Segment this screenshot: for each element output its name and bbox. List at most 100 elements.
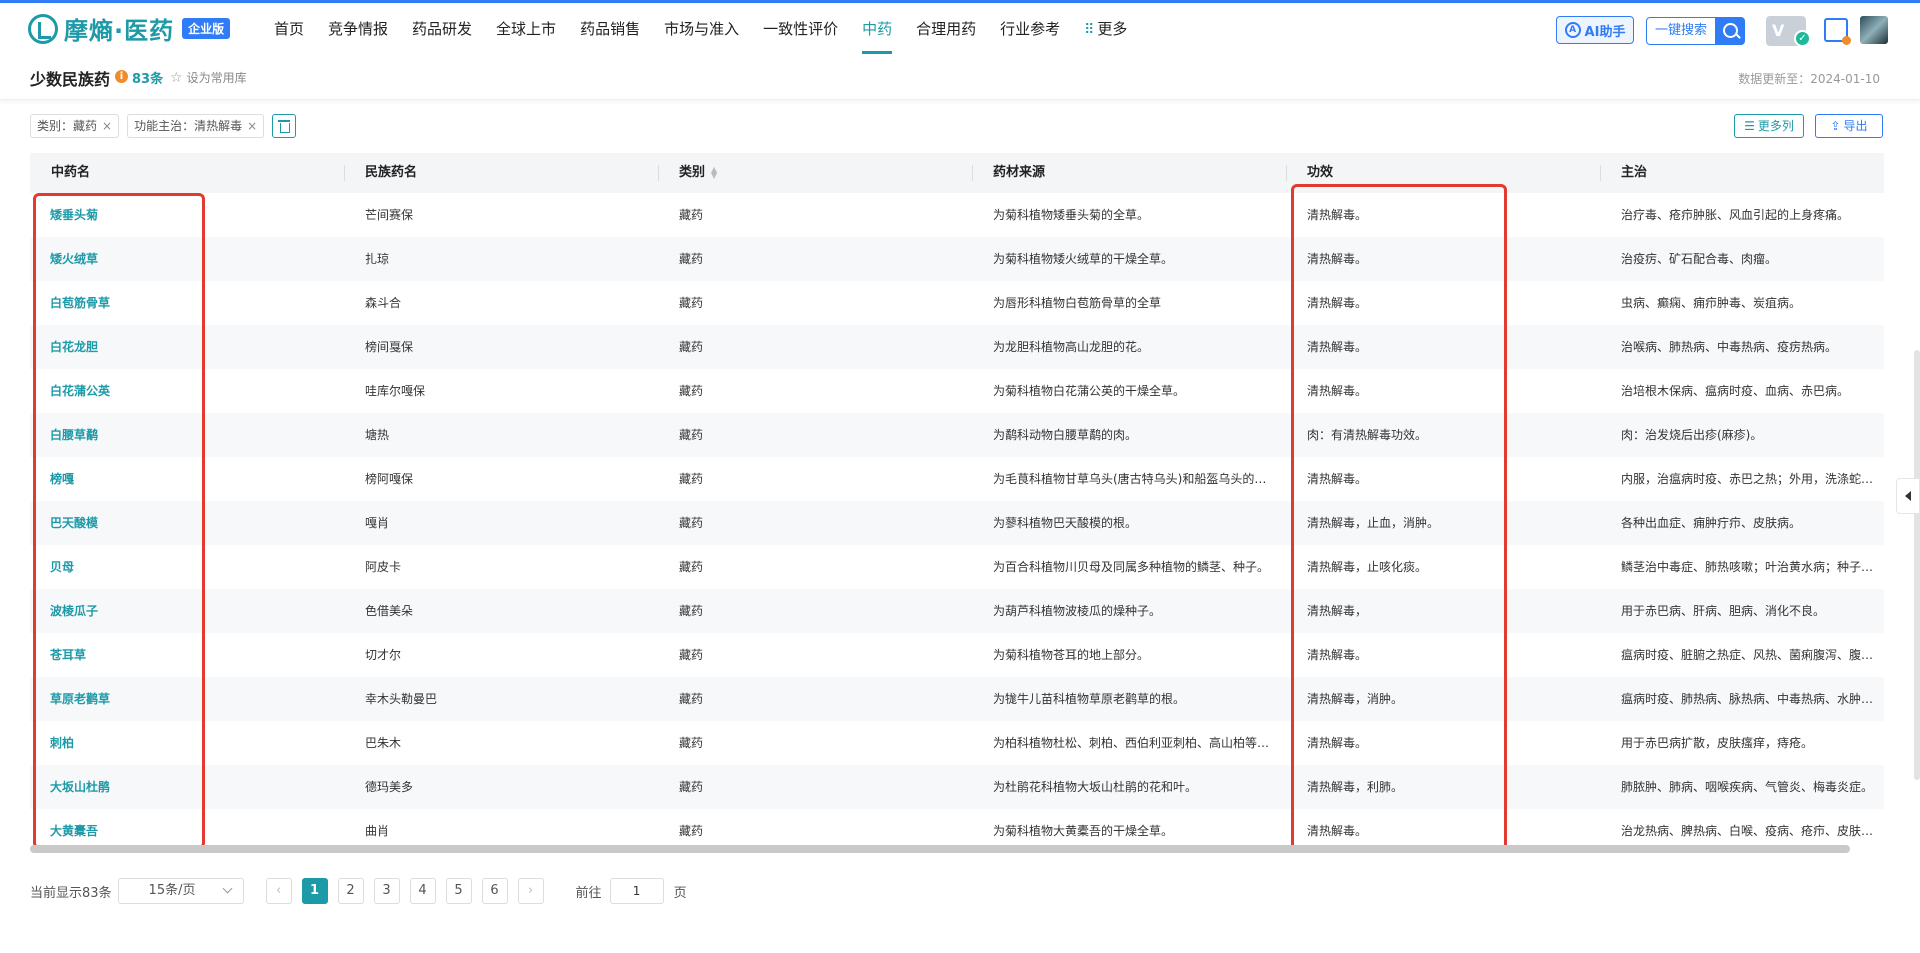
nav-item-tcm[interactable]: 中药 [850, 3, 904, 54]
filter-chip-category[interactable]: 类别：藏药 × [30, 114, 120, 138]
page-button-3[interactable]: 3 [373, 878, 400, 904]
page-button-1[interactable]: 1 [301, 878, 328, 904]
export-button[interactable]: ⇪ 导出 [1815, 114, 1883, 138]
cell-ethnic-name: 塘热 [365, 428, 390, 442]
cell-indication: 肉：治发烧后出疹(麻疹)。 [1621, 428, 1763, 442]
cell-indication: 内服，治瘟病时疫、赤巴之热；外用，洗涤蛇咬伤。 [1621, 472, 1884, 486]
cell-ethnic-name: 阿皮卡 [365, 560, 402, 574]
column-header-indication[interactable]: 主治 [1600, 153, 1884, 193]
cell-source: 为菊科植物白花蒲公英的干燥全草。 [993, 384, 1186, 398]
filter-chip-label: 功能主治：清热解毒 [134, 119, 243, 133]
next-page-button[interactable]: › [517, 878, 544, 904]
active-filters: 类别：藏药 × 功能主治：清热解毒 × [30, 114, 297, 138]
table-row[interactable]: 巴天酸模 嘎肖 藏药 为蓼科植物巴天酸模的根。 清热解毒，止血，消肿。 各种出血症、痈肿疔… [30, 501, 1884, 545]
page-button-6[interactable]: 6 [481, 878, 508, 904]
cell-ethnic-name: 芒间赛保 [365, 208, 414, 222]
table-row[interactable]: 刺柏 巴朱木 藏药 为柏科植物杜松、刺柏、西伯利亚刺柏、高山柏等的枝叶。 清热解毒。 用于… [30, 721, 1884, 765]
info-icon[interactable]: i [115, 70, 128, 83]
column-header-category[interactable]: 类别 ▲ ▼ [658, 153, 972, 193]
pagination-total: 当前显示83条 [30, 885, 112, 901]
notebook-icon[interactable] [1824, 18, 1851, 45]
cell-ethnic-name: 切才尔 [365, 648, 402, 662]
table-row[interactable]: 白花蒲公英 哇库尔嘎保 藏药 为菊科植物白花蒲公英的干燥全草。 清热解毒。 治培根木保病、… [30, 369, 1884, 413]
table-row[interactable]: 白花龙胆 榜间戛保 藏药 为龙胆科植物高山龙胆的花。 清热解毒。 治喉病、肺热病、中毒热病… [30, 325, 1884, 369]
page-size-select[interactable]: 15条/页 [117, 878, 244, 904]
table-row[interactable]: 大坂山杜鹃 德玛美多 藏药 为杜鹃花科植物大坂山杜鹃的花和叶。 清热解毒，利肺。 肺脓肿、… [30, 765, 1884, 809]
nav-item-consistency[interactable]: 一致性评价 [751, 3, 850, 54]
table-row[interactable]: 贝母 阿皮卡 藏药 为百合科植物川贝母及同属多种植物的鳞茎、种子。 清热解毒，止咳化痰。… [30, 545, 1884, 589]
more-columns-button[interactable]: ☰ 更多列 [1734, 114, 1804, 138]
table-row[interactable]: 白苞筋骨草 森斗合 藏药 为唇形科植物白苞筋骨草的全草 清热解毒。 虫病、癫痫、痈疖肿毒、… [30, 281, 1884, 325]
page-button-2[interactable]: 2 [337, 878, 364, 904]
pagination: 当前显示83条 15条/页 ‹ 1 2 3 4 5 6 › 前往 页 [30, 878, 687, 904]
table-row[interactable]: 波棱瓜子 色借美朵 藏药 为葫芦科植物波棱瓜的燥种子。 清热解毒， 用于赤巴病、肝病、胆病… [30, 589, 1884, 633]
sort-icon[interactable]: ▲ ▼ [711, 165, 717, 179]
page-header: 少数民族药 i 83条 ☆ 设为常用库 数据更新至：2024-01-10 [0, 54, 1920, 100]
cell-indication: 虫病、癫痫、痈疖肿毒、炭疽病。 [1621, 296, 1802, 310]
logo[interactable]: 摩熵·医药 企业版 [28, 11, 231, 46]
column-header-category-label: 类别 [679, 165, 706, 180]
nav-item-global-launch[interactable]: 全球上市 [484, 3, 568, 54]
page-size-value: 15条/页 [148, 883, 196, 898]
table-row[interactable]: 苍耳草 切才尔 藏药 为菊科植物苍耳的地上部分。 清热解毒。 瘟病时疫、脏腑之热症、风热、… [30, 633, 1884, 677]
column-header-ethnic-name[interactable]: 民族药名 [344, 153, 658, 193]
clear-filters-trash-icon[interactable] [272, 114, 297, 138]
nav-item-sales[interactable]: 药品销售 [568, 3, 652, 54]
cell-ethnic-name: 扎琼 [365, 252, 390, 266]
table-row[interactable]: 矮垂头菊 芒间赛保 藏药 为菊科植物矮垂头菊的全草。 清热解毒。 治疗毒、疮疖肿胀、风血引… [30, 193, 1884, 237]
main-nav: 首页 竞争情报 药品研发 全球上市 药品销售 市场与准入 一致性评价 中药 合理… [262, 3, 1139, 54]
export-icon: ⇪ [1830, 119, 1841, 133]
chevron-down-icon [222, 883, 232, 894]
one-click-search-button[interactable]: 一键搜索 [1646, 17, 1716, 45]
logo-text: 摩熵·医药 [64, 17, 175, 45]
table-row[interactable]: 白腰草鹬 塘热 藏药 为鹬科动物白腰草鹬的肉。 肉：有清热解毒功效。 肉：治发烧后出疹(麻… [30, 413, 1884, 457]
nav-item-industry[interactable]: 行业参考 [988, 3, 1072, 54]
page-button-4[interactable]: 4 [409, 878, 436, 904]
search-icon[interactable] [1715, 17, 1745, 45]
ai-assistant-button[interactable]: A AI助手 [1556, 16, 1634, 44]
set-favorite-button[interactable]: ☆ 设为常用库 [170, 69, 247, 86]
avatar[interactable] [1860, 16, 1888, 44]
column-header-name[interactable]: 中药名 [30, 153, 344, 193]
table-header: 中药名 民族药名 类别 ▲ ▼ 药材来源 功效 主治 [30, 153, 1884, 193]
vertical-scrollbar[interactable] [1914, 350, 1920, 780]
page-button-5[interactable]: 5 [445, 878, 472, 904]
close-icon[interactable]: × [247, 115, 257, 137]
check-icon: ✓ [1794, 30, 1811, 47]
table-row[interactable]: 矮火绒草 扎琼 藏药 为菊科植物矮火绒草的干燥全草。 清热解毒。 治疫疠、矿石配合毒、肉瘤… [30, 237, 1884, 281]
table-row[interactable]: 榜嘎 榜阿嘎保 藏药 为毛茛科植物甘草乌头(唐古特乌头)和船盔乌头的全草。 清热解毒。内… [30, 457, 1884, 501]
table-row[interactable]: 草原老鹳草 幸木头勒曼巴 藏药 为牻牛儿苗科植物草原老鹳草的根。 清热解毒，消肿。 瘟病时… [30, 677, 1884, 721]
cell-indication: 用于赤巴病、肝病、胆病、消化不良。 [1621, 604, 1826, 618]
logo-icon [28, 13, 58, 44]
side-panel-toggle-arrow-icon[interactable] [1896, 478, 1920, 514]
cell-source: 为菊科植物矮垂头菊的全草。 [993, 208, 1150, 222]
cell-source: 为龙胆科植物高山龙胆的花。 [993, 340, 1150, 354]
cell-source: 为菊科植物矮火绒草的干燥全草。 [993, 252, 1174, 266]
highlight-box-names [33, 193, 205, 849]
goto-page-input[interactable] [609, 878, 664, 904]
nav-item-market-access[interactable]: 市场与准入 [652, 3, 751, 54]
nav-item-competition[interactable]: 竞争情报 [316, 3, 400, 54]
cell-indication: 治喉病、肺热病、中毒热病、疫疠热病。 [1621, 340, 1838, 354]
cell-source: 为鹬科动物白腰草鹬的肉。 [993, 428, 1138, 442]
horizontal-scrollbar[interactable] [30, 845, 1850, 853]
cell-ethnic-name: 哇库尔嘎保 [365, 384, 426, 398]
prev-page-button[interactable]: ‹ [265, 878, 292, 904]
column-header-source[interactable]: 药材来源 [972, 153, 1286, 193]
nav-item-more[interactable]: ⠿ 更多 [1072, 3, 1139, 54]
filter-chip-function[interactable]: 功能主治：清热解毒 × [127, 114, 265, 138]
close-icon[interactable]: × [102, 115, 112, 137]
cell-indication: 肺脓肿、肺病、咽喉疾病、气管炎、梅毒炎症。 [1621, 780, 1874, 794]
table-body: 矮垂头菊 芒间赛保 藏药 为菊科植物矮垂头菊的全草。 清热解毒。 治疗毒、疮疖肿胀、风血引… [30, 193, 1884, 853]
set-favorite-label: 设为常用库 [186, 71, 247, 85]
data-table: 中药名 民族药名 类别 ▲ ▼ 药材来源 功效 主治 矮垂头菊 芒间赛保 藏药 为菊科植物… [30, 153, 1884, 853]
cell-source: 为毛茛科植物甘草乌头(唐古特乌头)和船盔乌头的全草。 [993, 472, 1286, 486]
cell-source: 为杜鹃花科植物大坂山杜鹃的花和叶。 [993, 780, 1198, 794]
cell-indication: 治疗毒、疮疖肿胀、风血引起的上身疼痛。 [1621, 208, 1850, 222]
ai-icon: A [1564, 22, 1581, 38]
nav-item-rational-use[interactable]: 合理用药 [904, 3, 988, 54]
nav-item-rnd[interactable]: 药品研发 [400, 3, 484, 54]
nav-item-home[interactable]: 首页 [262, 3, 316, 54]
cell-source: 为蓼科植物巴天酸模的根。 [993, 516, 1138, 530]
goto-suffix: 页 [673, 885, 687, 901]
